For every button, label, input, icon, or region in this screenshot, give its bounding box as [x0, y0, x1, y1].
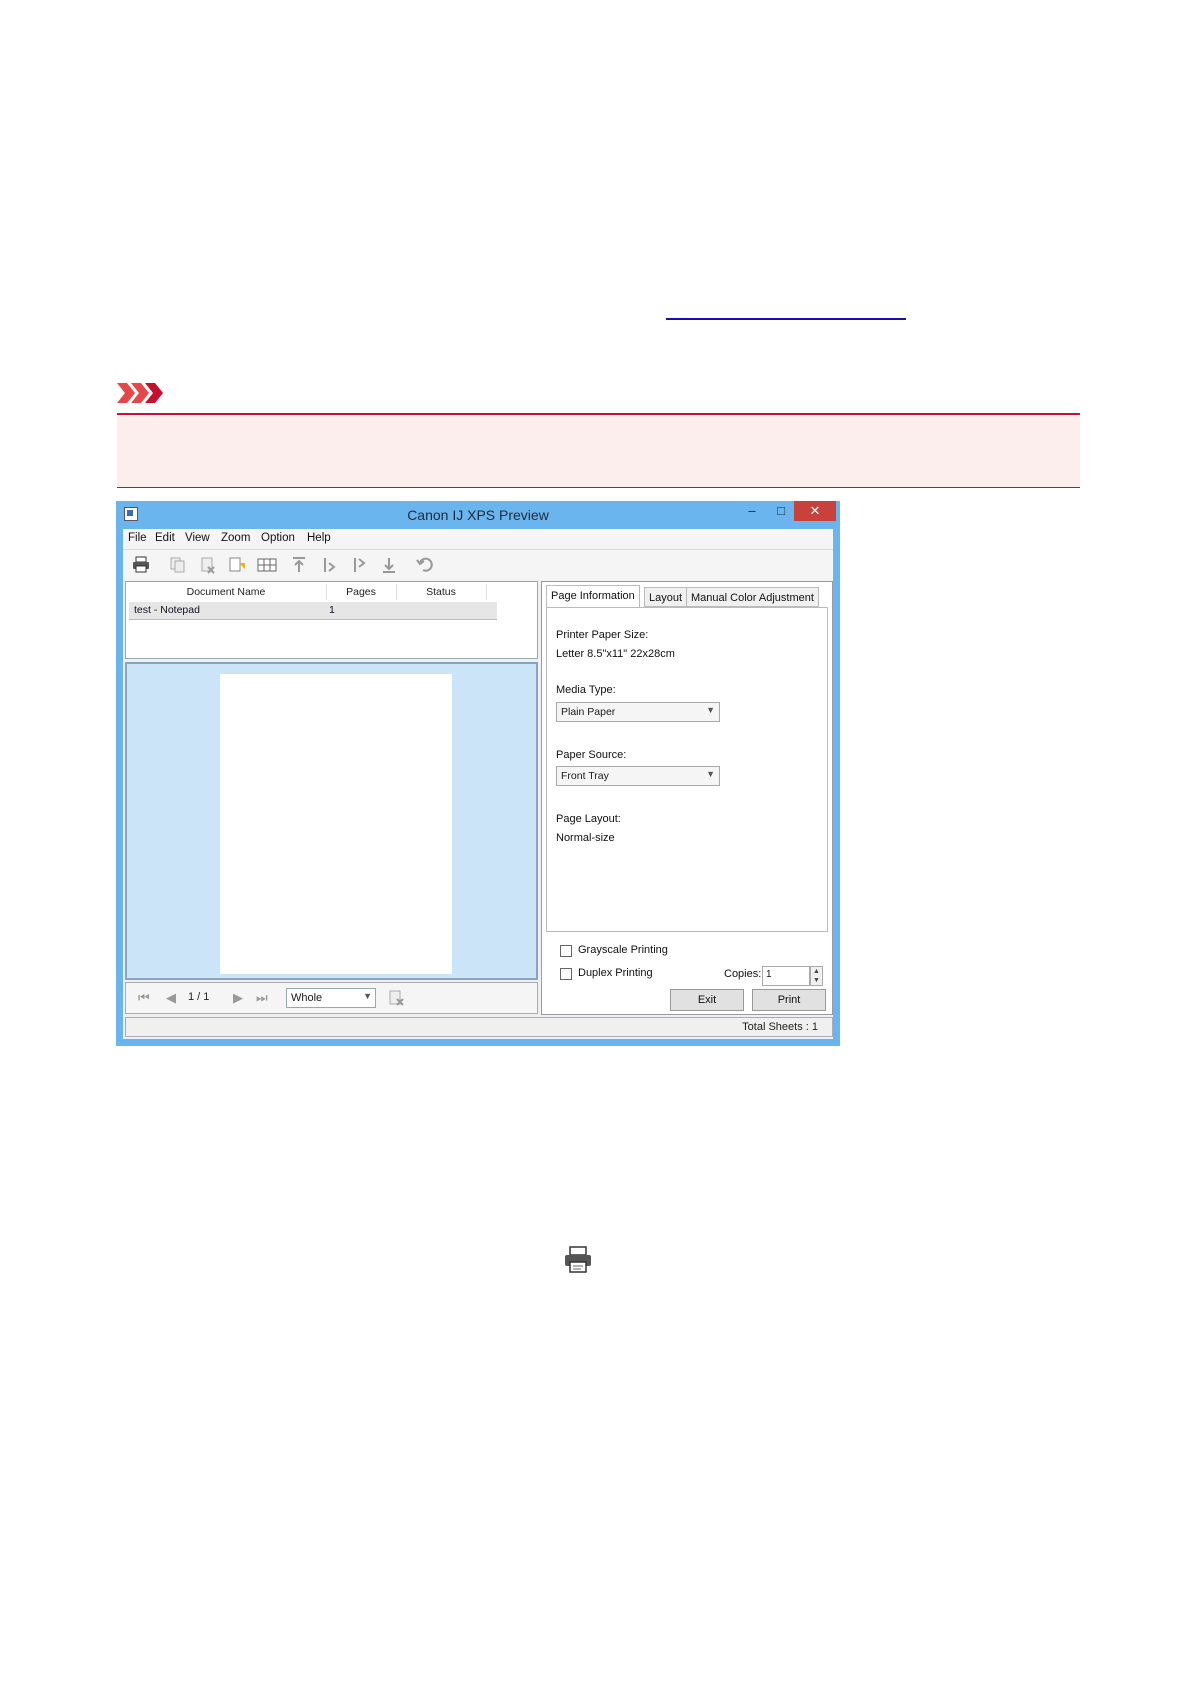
tab-manual-color-adjustment[interactable]: Manual Color Adjustment: [686, 587, 819, 607]
status-bar: Total Sheets : 1: [125, 1017, 833, 1037]
delete-icon[interactable]: [198, 555, 218, 575]
preview-pane: [125, 662, 538, 980]
page-information-panel: Printer Paper Size: Letter 8.5"x11" 22x2…: [546, 607, 828, 932]
first-page-icon[interactable]: ⏮: [138, 990, 150, 1006]
paper-size-label: Printer Paper Size:: [556, 629, 649, 641]
important-icon: [117, 383, 163, 403]
chevron-down-icon: ▼: [706, 769, 715, 779]
printer-icon: [565, 1246, 591, 1273]
minimize-button[interactable]: –: [737, 501, 767, 521]
delete-page-icon[interactable]: [388, 989, 406, 1007]
menu-view[interactable]: View: [185, 532, 210, 544]
paper-size-value: Letter 8.5"x11" 22x28cm: [556, 648, 675, 660]
media-type-value: Plain Paper: [561, 706, 616, 718]
previous-page-icon[interactable]: ◀: [166, 990, 176, 1006]
move-up-icon[interactable]: [349, 555, 369, 575]
print-button[interactable]: Print: [752, 989, 826, 1011]
next-page-icon[interactable]: ▶: [233, 990, 243, 1006]
combine-icon[interactable]: [227, 555, 247, 575]
document-name-cell: test - Notepad: [134, 604, 200, 616]
page-indicator: 1 / 1: [188, 991, 210, 1003]
multi-page-icon[interactable]: [257, 555, 277, 575]
window-client-area: File Edit View Zoom Option Help Document…: [123, 529, 833, 1039]
move-first-icon[interactable]: [289, 555, 309, 575]
menu-bar: File Edit View Zoom Option Help: [123, 529, 833, 550]
chevron-down-icon: ▼: [363, 991, 372, 1001]
media-type-label: Media Type:: [556, 684, 616, 696]
menu-help[interactable]: Help: [307, 532, 331, 544]
document-list: Document Name Pages Status test - Notepa…: [125, 581, 538, 659]
important-note-box: [117, 413, 1080, 488]
page-layout-value: Normal-size: [556, 832, 615, 844]
table-row[interactable]: test - Notepad 1: [129, 602, 497, 620]
copies-input[interactable]: 1: [762, 966, 810, 986]
move-down-icon[interactable]: [319, 555, 339, 575]
zoom-value: Whole: [291, 992, 323, 1004]
menu-zoom[interactable]: Zoom: [221, 532, 250, 544]
window-title: Canon IJ XPS Preview: [407, 507, 549, 523]
grayscale-checkbox[interactable]: [560, 945, 572, 957]
page-navigation-bar: ⏮ ◀ 1 / 1 ▶ ⏭ Whole ▼: [125, 982, 538, 1014]
paper-source-dropdown[interactable]: Front Tray ▼: [556, 766, 720, 786]
close-button[interactable]: ✕: [794, 501, 836, 521]
grayscale-label: Grayscale Printing: [578, 944, 668, 956]
duplex-checkbox[interactable]: [560, 968, 572, 980]
settings-panel: Page Information Layout Manual Color Adj…: [541, 581, 833, 1015]
hyperlink-underline[interactable]: [666, 318, 906, 320]
zoom-select[interactable]: Whole ▼: [286, 988, 376, 1008]
toolbar: [123, 550, 833, 580]
column-document-name[interactable]: Document Name: [126, 584, 327, 600]
undo-icon[interactable]: [415, 555, 435, 575]
menu-edit[interactable]: Edit: [155, 532, 175, 544]
duplex-label: Duplex Printing: [578, 967, 653, 979]
last-page-icon[interactable]: ⏭: [256, 990, 268, 1006]
menu-option[interactable]: Option: [261, 532, 295, 544]
column-status[interactable]: Status: [396, 584, 487, 600]
paper-source-value: Front Tray: [561, 770, 609, 782]
paper-source-label: Paper Source:: [556, 749, 627, 761]
pages-cell: 1: [329, 604, 335, 616]
total-sheets: Total Sheets : 1: [742, 1021, 818, 1033]
printer-icon[interactable]: [131, 555, 151, 575]
media-type-dropdown[interactable]: Plain Paper ▼: [556, 702, 720, 722]
copies-label: Copies:: [724, 968, 762, 980]
copies-stepper[interactable]: ▲ ▼: [810, 966, 823, 986]
tab-layout[interactable]: Layout: [644, 587, 688, 607]
title-bar: Canon IJ XPS Preview – □ ✕: [116, 501, 840, 529]
exit-button[interactable]: Exit: [670, 989, 744, 1011]
tab-page-information[interactable]: Page Information: [546, 585, 640, 608]
page-preview: [220, 674, 452, 974]
menu-file[interactable]: File: [128, 532, 147, 544]
xps-preview-window: Canon IJ XPS Preview – □ ✕ File Edit Vie…: [116, 501, 840, 1046]
chevron-down-icon: ▼: [706, 705, 715, 715]
column-pages[interactable]: Pages: [326, 584, 397, 600]
page-layout-label: Page Layout:: [556, 813, 621, 825]
move-last-icon[interactable]: [379, 555, 399, 575]
maximize-button[interactable]: □: [766, 501, 796, 521]
copy-icon[interactable]: [168, 555, 188, 575]
